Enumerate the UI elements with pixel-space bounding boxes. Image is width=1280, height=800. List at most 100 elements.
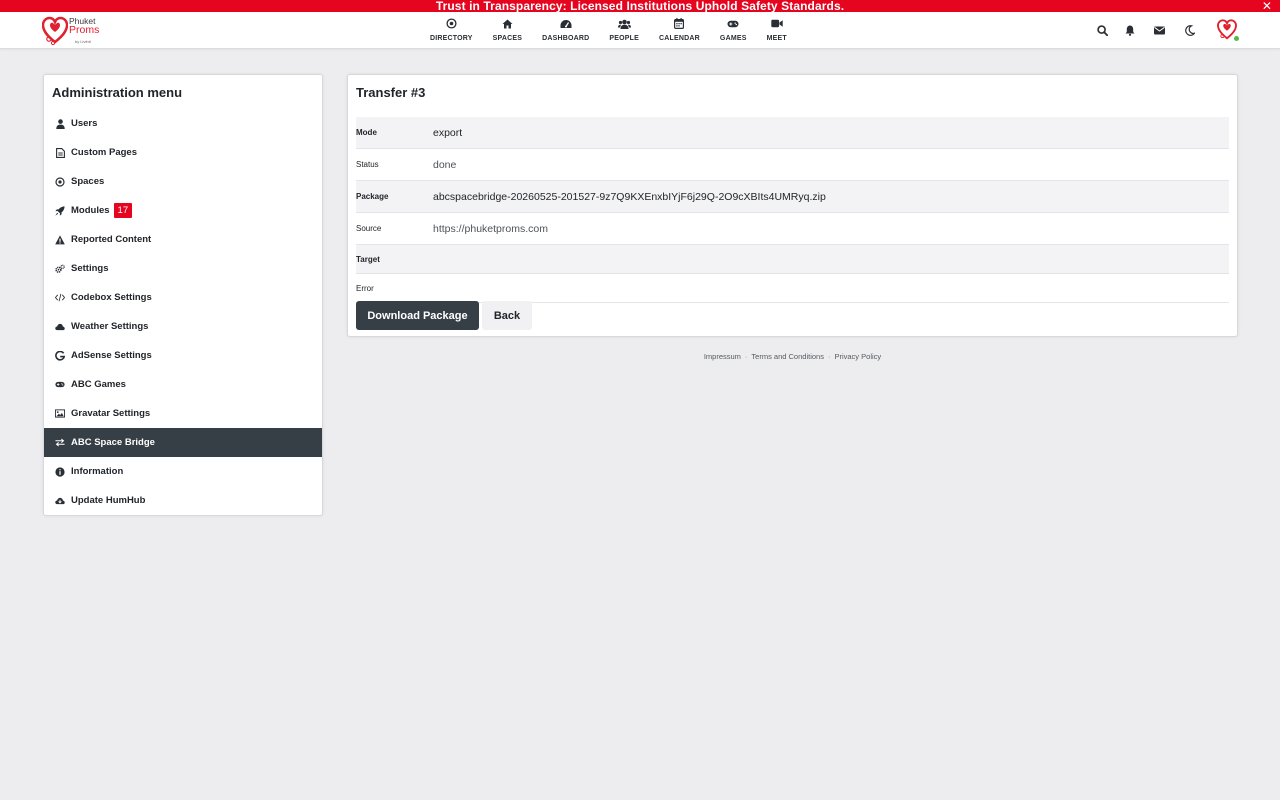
menu-item-reported-content[interactable]: Reported Content xyxy=(44,225,322,254)
menu-item-information[interactable]: Information xyxy=(44,457,322,486)
nav-games[interactable]: GAMES xyxy=(710,12,757,49)
nav-meet[interactable]: MEET xyxy=(757,12,797,49)
menu-label: AdSense Settings xyxy=(71,350,152,361)
transfer-title: Transfer #3 xyxy=(356,85,426,100)
footer-separator: · xyxy=(827,352,831,361)
detail-label: Status xyxy=(356,160,379,169)
menu-label: Information xyxy=(71,466,124,477)
administration-menu-panel: Administration menu Users Custom Pages S… xyxy=(43,74,323,516)
gamepad-icon xyxy=(55,380,65,390)
cloud-download-icon xyxy=(55,496,65,506)
detail-value: abcspacebridge-20260525-201527-9z7Q9KXEn… xyxy=(433,190,826,203)
cloud-icon xyxy=(55,322,65,332)
menu-item-custom-pages[interactable]: Custom Pages xyxy=(44,138,322,167)
search-icon[interactable] xyxy=(1096,24,1108,36)
brand-line2: Proms xyxy=(69,24,100,36)
menu-item-abc-games[interactable]: ABC Games xyxy=(44,370,322,399)
online-status-dot xyxy=(1233,35,1240,42)
detail-row-error: Error xyxy=(356,274,1229,303)
menu-item-codebox-settings[interactable]: Codebox Settings xyxy=(44,283,322,312)
menu-item-weather-settings[interactable]: Weather Settings xyxy=(44,312,322,341)
admin-menu: Users Custom Pages Spaces Modules 17 Rep… xyxy=(44,109,322,515)
nav-label: GAMES xyxy=(719,35,747,42)
people-icon xyxy=(617,18,631,29)
menu-item-abc-space-bridge[interactable]: ABC Space Bridge xyxy=(44,428,322,457)
menu-item-modules[interactable]: Modules 17 xyxy=(44,196,322,225)
menu-item-update-humhub[interactable]: Update HumHub xyxy=(44,486,322,515)
user-avatar[interactable] xyxy=(1216,18,1240,42)
menu-label: Reported Content xyxy=(71,234,152,245)
menu-label: Custom Pages xyxy=(71,147,137,158)
detail-value: export xyxy=(433,126,463,139)
detail-row-package: Package abcspacebridge-20260525-201527-9… xyxy=(356,181,1229,213)
detail-value: done xyxy=(433,158,457,171)
menu-item-gravatar-settings[interactable]: Gravatar Settings xyxy=(44,399,322,428)
footer-link-privacy[interactable]: Privacy Policy xyxy=(834,352,881,361)
page-icon xyxy=(55,147,65,158)
nav-label: DASHBOARD xyxy=(542,35,590,42)
image-icon xyxy=(55,409,65,419)
menu-label: Weather Settings xyxy=(71,321,149,332)
nav-label: MEET xyxy=(766,35,787,42)
user-icon xyxy=(55,118,65,129)
spaces-icon xyxy=(55,176,65,187)
nav-people[interactable]: PEOPLE xyxy=(599,12,649,49)
detail-row-target: Target xyxy=(356,245,1229,274)
back-button[interactable]: Back xyxy=(482,301,532,330)
menu-label: Spaces xyxy=(71,176,105,187)
nav-label: DIRECTORY xyxy=(430,35,473,42)
menu-item-settings[interactable]: Settings xyxy=(44,254,322,283)
bell-icon[interactable] xyxy=(1124,24,1136,36)
brand-line3: by Livfnit xyxy=(75,39,91,44)
footer-separator: · xyxy=(744,352,748,361)
menu-item-spaces[interactable]: Spaces xyxy=(44,167,322,196)
moon-icon[interactable] xyxy=(1184,24,1196,36)
footer-links: Impressum · Terms and Conditions · Privacy P… xyxy=(347,352,1238,361)
detail-label: Mode xyxy=(356,128,377,137)
detail-row-mode: Mode export xyxy=(356,117,1229,149)
nav-calendar[interactable]: CALENDAR xyxy=(649,12,710,49)
modules-count-badge: 17 xyxy=(113,203,133,218)
nav-dashboard[interactable]: DASHBOARD xyxy=(532,12,599,49)
detail-label: Error xyxy=(356,283,374,293)
gamepad-icon xyxy=(727,18,739,29)
brand-logo[interactable]: Phuket Proms by Livfnit xyxy=(42,15,112,47)
nav-directory[interactable]: DIRECTORY xyxy=(420,12,483,49)
transfer-detail-panel: Transfer #3 Mode export Status done Pack… xyxy=(347,74,1238,337)
top-navigation-bar: Phuket Proms by Livfnit DIRECTORY SPACES… xyxy=(0,12,1280,49)
announcement-banner: Trust in Transparency: Licensed Institut… xyxy=(0,0,1280,12)
footer-link-terms[interactable]: Terms and Conditions xyxy=(751,352,824,361)
admin-menu-title: Administration menu xyxy=(52,85,183,100)
download-package-button[interactable]: Download Package xyxy=(356,301,479,330)
transfer-details-table: Mode export Status done Package abcspace… xyxy=(356,117,1229,303)
footer-link-impressum[interactable]: Impressum xyxy=(704,352,741,361)
menu-label: Modules xyxy=(71,205,110,216)
home-icon xyxy=(502,18,513,29)
calendar-icon xyxy=(674,18,685,29)
detail-label: Target xyxy=(356,254,380,264)
menu-label: Users xyxy=(71,118,98,129)
detail-value: https://phuketproms.com xyxy=(433,222,548,235)
detail-row-status: Status done xyxy=(356,149,1229,181)
nav-spaces[interactable]: SPACES xyxy=(483,12,532,49)
warning-icon xyxy=(55,234,65,245)
menu-label: Update HumHub xyxy=(71,495,146,506)
menu-label: Settings xyxy=(71,263,109,274)
code-icon xyxy=(55,293,65,303)
menu-label: Codebox Settings xyxy=(71,292,152,303)
info-icon xyxy=(55,466,65,477)
detail-row-source: Source https://phuketproms.com xyxy=(356,213,1229,245)
dashboard-icon xyxy=(560,18,572,29)
detail-label: Package xyxy=(356,192,389,201)
menu-label: ABC Space Bridge xyxy=(71,437,155,448)
exchange-icon xyxy=(55,438,65,448)
heart-logo-icon xyxy=(42,16,68,46)
envelope-icon[interactable] xyxy=(1153,24,1165,36)
banner-close-icon[interactable]: ✕ xyxy=(1262,0,1272,12)
main-nav: DIRECTORY SPACES DASHBOARD PEOPLE CALEND… xyxy=(420,12,797,49)
video-icon xyxy=(771,18,783,29)
menu-label: Gravatar Settings xyxy=(71,408,151,419)
cogs-icon xyxy=(55,264,65,274)
menu-item-users[interactable]: Users xyxy=(44,109,322,138)
menu-item-adsense-settings[interactable]: AdSense Settings xyxy=(44,341,322,370)
